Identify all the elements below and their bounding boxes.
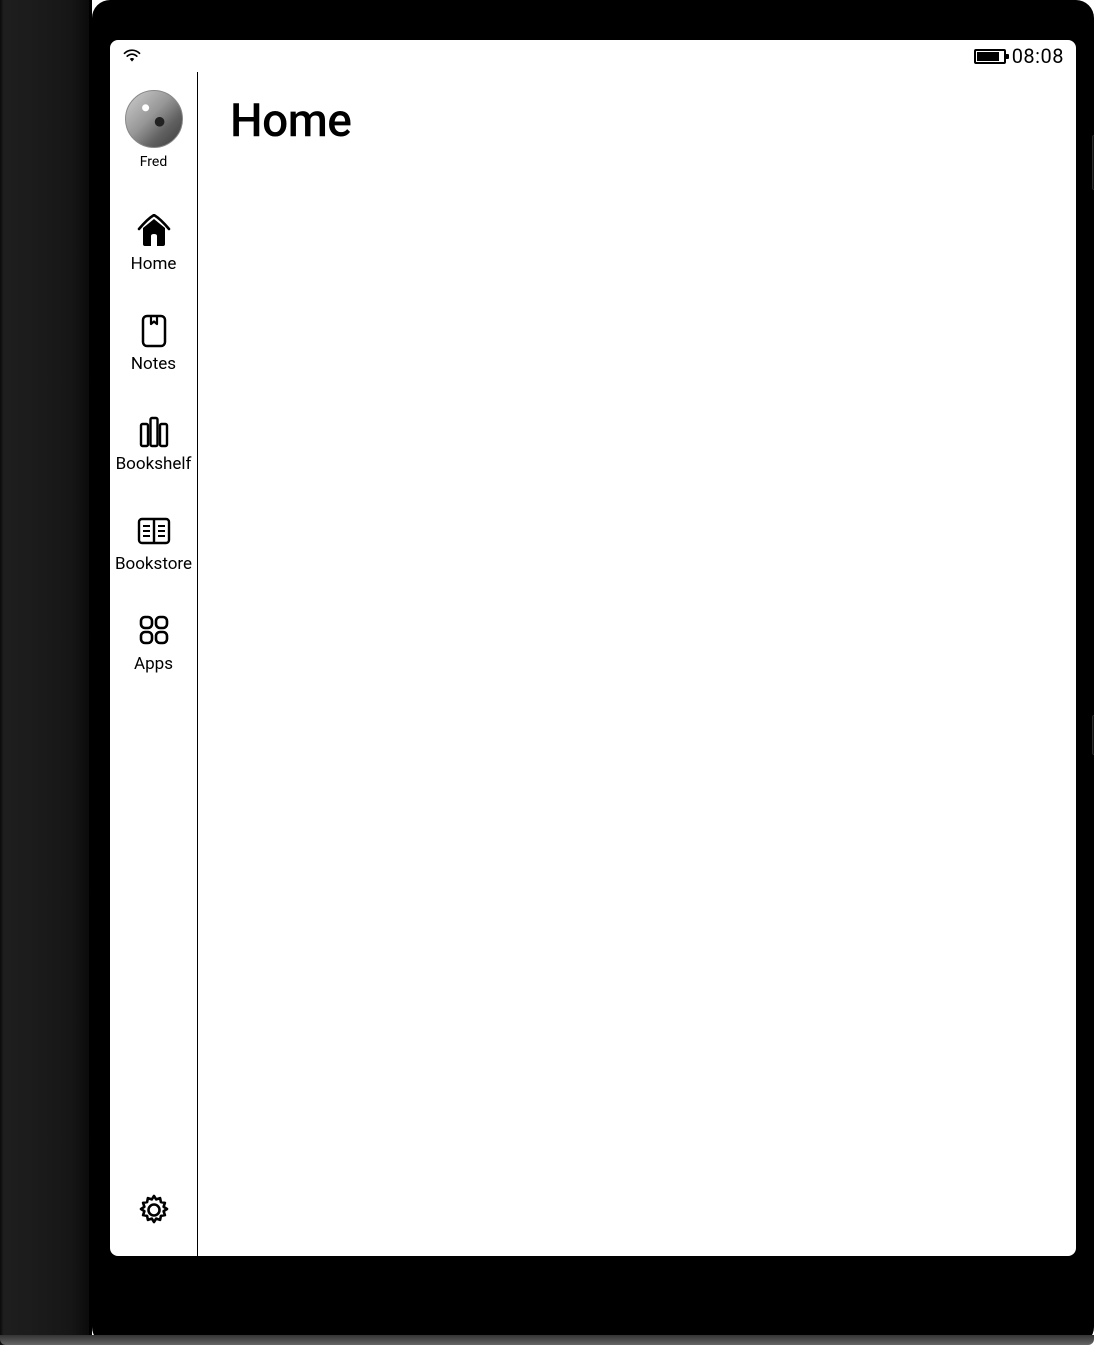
content-row: Fred Home: [110, 68, 1076, 1256]
profile-name: Fred: [140, 154, 168, 170]
sidebar-item-label: Notes: [131, 354, 176, 374]
nav-list: Home Notes: [110, 214, 197, 674]
screen: 08:08 Fred: [110, 40, 1076, 1256]
notebook-icon: [136, 314, 172, 348]
folio-cover: [0, 0, 92, 1345]
page-title: Home: [230, 94, 1044, 148]
status-bar: 08:08: [110, 40, 1076, 68]
bookstore-icon: [136, 514, 172, 548]
home-icon: [136, 214, 172, 248]
sidebar-item-bookstore[interactable]: Bookstore: [110, 514, 197, 574]
avatar: [125, 90, 183, 148]
battery-icon: [974, 49, 1006, 64]
sidebar-item-label: Bookstore: [115, 554, 192, 574]
apps-grid-icon: [136, 614, 172, 648]
sidebar-item-apps[interactable]: Apps: [110, 614, 197, 674]
main-content: Home: [198, 72, 1076, 1256]
sidebar-item-home[interactable]: Home: [110, 214, 197, 274]
profile-button[interactable]: Fred: [125, 90, 183, 170]
sidebar: Fred Home: [110, 72, 198, 1256]
wifi-icon: [122, 44, 142, 68]
sidebar-item-bookshelf[interactable]: Bookshelf: [110, 414, 197, 474]
sidebar-item-label: Home: [131, 254, 177, 274]
bookshelf-icon: [136, 414, 172, 448]
device-bottom-edge: [0, 1335, 1094, 1345]
gear-icon: [136, 1213, 172, 1232]
battery-indicator: 08:08: [974, 44, 1064, 68]
sidebar-item-label: Bookshelf: [116, 454, 192, 474]
tablet-bezel: 08:08 Fred: [92, 0, 1094, 1345]
device-frame: 08:08 Fred: [0, 0, 1094, 1345]
settings-button[interactable]: [136, 1192, 172, 1246]
status-clock: 08:08: [1012, 44, 1064, 68]
sidebar-item-notes[interactable]: Notes: [110, 314, 197, 374]
sidebar-item-label: Apps: [134, 654, 173, 674]
